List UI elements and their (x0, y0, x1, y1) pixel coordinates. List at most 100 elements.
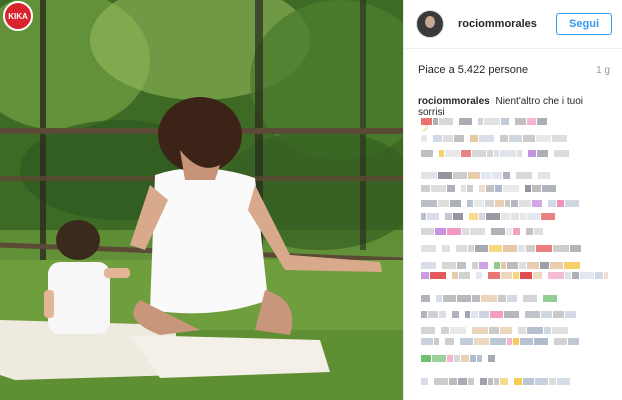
post-username[interactable]: rociommorales (458, 18, 556, 30)
obscured-text-block (527, 327, 543, 334)
obscured-text-block (454, 355, 460, 362)
obscured-text-block (490, 311, 503, 318)
obscured-text-block (439, 311, 446, 318)
obscured-text-block (501, 118, 509, 125)
obscured-text-block (527, 118, 536, 125)
obscured-text-block (433, 135, 442, 142)
obscured-text-block (421, 172, 437, 179)
obscured-text-block (552, 135, 567, 142)
obscured-text-block (507, 262, 518, 269)
obscured-text-block (511, 213, 519, 220)
obscured-text-block (468, 172, 480, 179)
obscured-text-block (431, 185, 446, 192)
obscured-text-block (549, 378, 556, 385)
obscured-text-block (461, 355, 469, 362)
obscured-text-block (474, 200, 484, 207)
obscured-text-block (479, 135, 494, 142)
obscured-text-block (580, 272, 594, 279)
obscured-text-block (447, 185, 455, 192)
obscured-text-block (421, 311, 427, 318)
obscured-text-block (494, 262, 500, 269)
obscured-text-block (467, 185, 473, 192)
obscured-text-block (537, 118, 547, 125)
avatar[interactable] (416, 10, 444, 38)
obscured-text-block (432, 355, 446, 362)
obscured-text-block (439, 150, 444, 157)
obscured-text-block (459, 272, 470, 279)
obscured-text-block (488, 355, 495, 362)
caption-username[interactable]: rociommorales (418, 96, 490, 107)
obscured-text-block (421, 295, 430, 302)
obscured-text-block (514, 378, 522, 385)
likes-row: Piace a 5.422 persone 1 g (404, 64, 622, 76)
obscured-text-block (472, 327, 488, 334)
post-photo[interactable]: KIKA (0, 0, 403, 400)
obscured-text-block (565, 311, 576, 318)
obscured-text-block (535, 378, 548, 385)
obscured-text-block (523, 295, 537, 302)
obscured-text-block (509, 135, 522, 142)
obscured-text-block (537, 150, 548, 157)
post-time[interactable]: 1 g (596, 65, 610, 76)
obscured-text-block (557, 378, 570, 385)
obscured-text-block (453, 172, 467, 179)
obscured-text-block (433, 118, 438, 125)
obscured-text-block (532, 200, 542, 207)
obscured-text-block (421, 135, 427, 142)
obscured-text-block (427, 213, 439, 220)
obscured-text-block (486, 213, 500, 220)
obscured-text-block (500, 150, 516, 157)
obscured-text-block (449, 378, 457, 385)
obscured-text-block (435, 228, 446, 235)
obscured-text-block (470, 135, 478, 142)
obscured-text-block (500, 327, 512, 334)
obscured-text-block (421, 378, 428, 385)
obscured-text-block (468, 245, 474, 252)
obscured-text-block (504, 311, 519, 318)
obscured-text-block (478, 118, 483, 125)
likes-count[interactable]: Piace a 5.422 persone (418, 64, 528, 76)
obscured-text-block (554, 150, 569, 157)
obscured-text-block (543, 295, 557, 302)
obscured-text-block (439, 118, 453, 125)
obscured-text-block (564, 262, 580, 269)
obscured-text-block (505, 200, 510, 207)
obscured-text-block (447, 355, 453, 362)
watermark-text: KIKA (8, 11, 28, 21)
obscured-text-block (421, 262, 436, 269)
obscured-text-block (515, 118, 526, 125)
obscured-text-block (500, 135, 508, 142)
obscured-text-block (490, 338, 506, 345)
obscured-text-block (460, 338, 473, 345)
obscured-text-block (475, 245, 488, 252)
obscured-text-block (500, 378, 508, 385)
obscured-text-block (544, 327, 551, 334)
obscured-text-block (452, 272, 458, 279)
obscured-text-block (472, 262, 478, 269)
obscured-text-block (494, 150, 499, 157)
obscured-text-block (442, 245, 450, 252)
obscured-text-block (474, 338, 489, 345)
obscured-text-block (557, 200, 564, 207)
obscured-text-block (472, 295, 480, 302)
obscured-text-block (453, 213, 463, 220)
obscured-text-block (565, 272, 571, 279)
obscured-text-block (481, 295, 497, 302)
obscured-text-block (489, 327, 499, 334)
obscured-text-block (495, 200, 504, 207)
obscured-text-block (525, 311, 540, 318)
obscured-text-block (533, 272, 542, 279)
obscured-text-block (511, 200, 518, 207)
obscured-text-block (445, 150, 460, 157)
obscured-text-block (457, 295, 471, 302)
obscured-text-block (513, 228, 520, 235)
obscured-text-block (523, 378, 534, 385)
obscured-text-block (438, 172, 452, 179)
obscured-text-block (421, 272, 429, 279)
follow-button[interactable]: Segui (556, 13, 612, 35)
obscured-text-block (445, 213, 452, 220)
obscured-text-block (554, 338, 567, 345)
obscured-text-block (477, 355, 482, 362)
obscured-text-block (553, 245, 569, 252)
obscured-text-block (487, 150, 493, 157)
